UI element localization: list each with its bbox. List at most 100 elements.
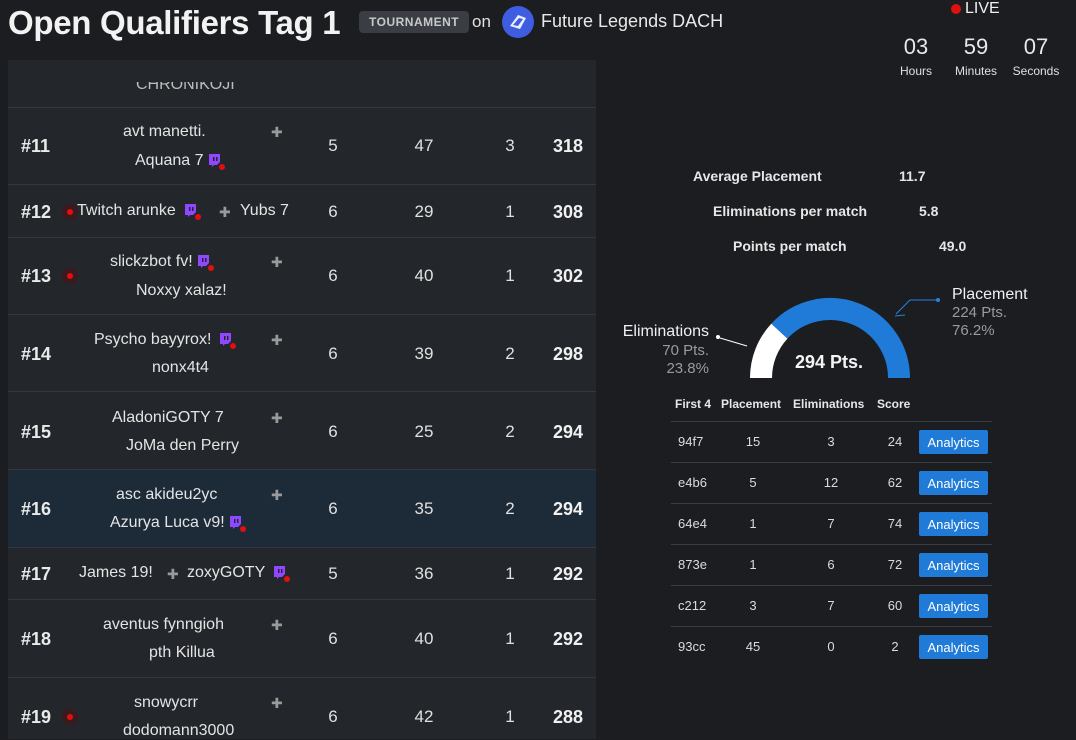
player-name-with-stream: slickzbot fv! (110, 253, 214, 272)
plus-icon: ✚ (271, 254, 283, 270)
match-score: 72 (887, 557, 903, 572)
cell-value: 6 (328, 629, 338, 648)
cell-value: 29 (414, 202, 434, 221)
match-eliminations: 3 (827, 434, 835, 449)
rank: #11 (21, 136, 51, 156)
plus-icon: ✚ (271, 332, 283, 348)
player-name: pth Killua (149, 644, 215, 661)
twitch-icon[interactable] (184, 204, 201, 221)
player-name: dodomann3000 (123, 722, 235, 739)
org-name-link[interactable]: Future Legends DACH (541, 11, 723, 32)
player-name: asc akideu2yc (116, 486, 218, 503)
analytics-button[interactable]: Analytics (919, 512, 988, 536)
player-name: Twitch arunke (77, 202, 176, 219)
match-score: 74 (887, 516, 903, 531)
cell-value: 6 (328, 202, 338, 221)
countdown-hours-label: Hours (899, 64, 932, 78)
countdown-seconds-label: Seconds (1012, 64, 1060, 78)
countdown-minutes: 59 Minutes (951, 34, 1001, 78)
match-id: 873e (678, 557, 707, 572)
player-name: nonx4t4 (152, 359, 209, 376)
match-eliminations: 7 (827, 516, 835, 531)
cell-value: 5 (328, 564, 338, 583)
score-value: 302 (552, 266, 584, 286)
player-name: CHRONIKOJI (136, 76, 235, 93)
twitch-icon[interactable] (197, 255, 214, 272)
match-eliminations: 7 (827, 598, 835, 613)
placement-leader-dot (936, 298, 940, 302)
placement-leader-line2 (895, 299, 936, 315)
twitch-icon[interactable] (273, 566, 291, 583)
match-id: e4b6 (678, 475, 707, 490)
placement-points: 224 Pts. (952, 304, 1008, 321)
player-name: AladoniGOTY 7 (112, 409, 224, 426)
table-row[interactable]: #12 Twitch arunke ✚ Yubs 7 6 29 1 308 (8, 185, 596, 238)
twitch-icon[interactable] (219, 333, 237, 350)
player-name: aventus fynngioh (103, 616, 224, 633)
live-dot-icon (62, 204, 78, 220)
table-row[interactable]: #18 aventus fynngioh pth Killua ✚ 6 40 1… (8, 600, 596, 678)
rank: #18 (21, 629, 52, 649)
gauge-total: 294 Pts. (795, 352, 864, 372)
stat-label: Points per match (733, 238, 847, 254)
player-name: James 19! (79, 564, 153, 581)
table-row[interactable]: #11 avt manetti. Aquana 7 ✚ 5 47 3 318 (8, 108, 596, 185)
cell-value: 6 (328, 422, 338, 441)
table-row[interactable]: #14 Psycho bayyrox! nonx4t4 ✚ 6 39 2 298 (8, 315, 596, 392)
stat-label: Average Placement (693, 168, 822, 184)
table-row-partial[interactable]: CHRONIKOJI (8, 60, 596, 108)
plus-icon: ✚ (271, 617, 283, 633)
table-row[interactable]: #15 AladoniGOTY 7 JoMa den Perry ✚ 6 25 … (8, 392, 596, 470)
plus-icon: ✚ (271, 487, 283, 503)
table-row-highlighted[interactable]: #16 asc akideu2yc Azurya Luca v9! ✚ 6 35… (8, 470, 596, 548)
on-text: on (472, 12, 491, 31)
analytics-button[interactable]: Analytics (919, 471, 988, 495)
table-row[interactable]: #17 James 19! ✚ zoxyGOTY 5 36 1 292 (8, 548, 596, 600)
match-score: 60 (887, 598, 903, 613)
score-value: 308 (552, 202, 584, 222)
twitch-icon[interactable] (208, 154, 225, 171)
player-name-with-stream: Azurya Luca v9! (110, 514, 246, 533)
score-value: 292 (552, 629, 584, 649)
player-name: snowycrr (134, 694, 199, 711)
org-logo[interactable] (502, 6, 534, 38)
stat-value: 49.0 (939, 238, 967, 254)
countdown-minutes-label: Minutes (954, 64, 998, 78)
analytics-button[interactable]: Analytics (919, 635, 988, 659)
match-score: 24 (887, 434, 903, 449)
match-row: 93cc 45 0 2 Analytics (671, 626, 992, 667)
match-id: 93cc (678, 639, 706, 654)
table-row[interactable]: #13 slickzbot fv! Noxxy xalaz! ✚ 6 40 1 … (8, 238, 596, 315)
plus-icon: ✚ (271, 410, 283, 426)
analytics-button[interactable]: Analytics (919, 594, 988, 618)
countdown-seconds-value: 07 (1023, 34, 1049, 59)
org-logo-icon (510, 15, 526, 29)
match-score: 2 (891, 639, 899, 654)
twitch-icon[interactable] (229, 516, 246, 533)
player-name: Noxxy xalaz! (136, 282, 227, 299)
analytics-button[interactable]: Analytics (919, 430, 988, 454)
table-row[interactable]: #19 snowycrr dodomann3000 ✚ 6 42 1 288 (8, 678, 596, 739)
match-placement: 1 (749, 557, 757, 572)
cell-value: 25 (414, 422, 434, 441)
score-value: 298 (552, 344, 584, 364)
match-row: c212 3 7 60 Analytics (671, 585, 992, 626)
cell-value: 40 (414, 629, 434, 648)
placement-label: Placement (952, 286, 1028, 303)
cell-value: 1 (505, 629, 515, 648)
analytics-button[interactable]: Analytics (919, 553, 988, 577)
live-dot-icon (62, 268, 78, 284)
cell-value: 6 (328, 499, 338, 518)
cell-value: 3 (505, 136, 515, 155)
score-value: 292 (552, 564, 584, 584)
live-dot-icon (62, 709, 78, 725)
match-row: e4b6 5 12 62 Analytics (671, 462, 992, 503)
player-name: avt manetti. (123, 123, 206, 140)
cell-value: 1 (505, 202, 515, 221)
score-value: 294 (552, 499, 584, 519)
live-indicator: LIVE (951, 0, 1000, 18)
rank: #13 (21, 266, 52, 286)
placement-leader-line (894, 314, 906, 317)
eliminations-points: 70 Pts. (662, 342, 709, 359)
score-value: 288 (552, 707, 584, 727)
